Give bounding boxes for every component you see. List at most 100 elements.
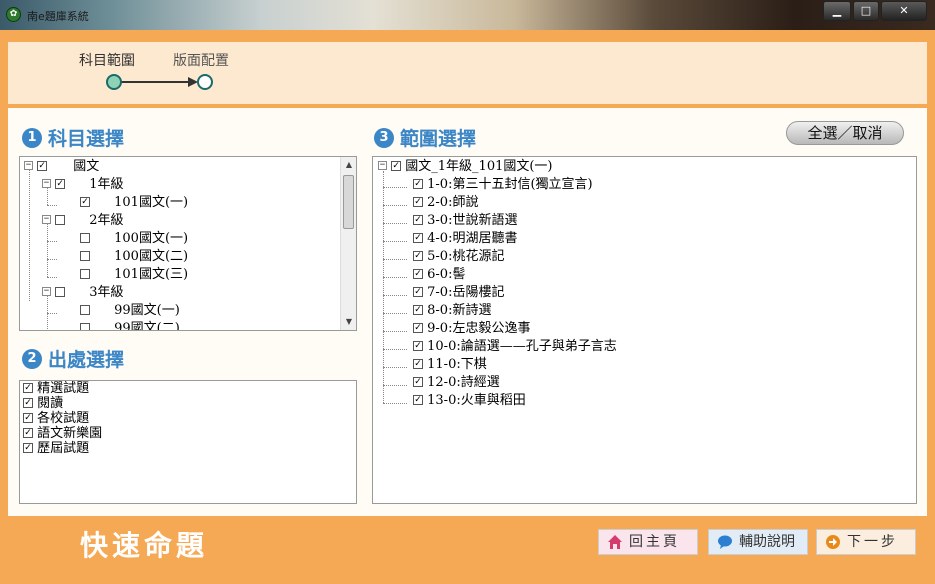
range-item[interactable]: ✓ 13-0:火車與稻田 <box>413 392 526 410</box>
tree-node-99-1[interactable]: 99國文(一) <box>80 302 180 320</box>
range-item[interactable]: ✓ 3-0:世說新語選 <box>413 212 517 230</box>
range-item[interactable]: ✓ 9-0:左忠毅公逸事 <box>413 320 530 338</box>
source-item[interactable]: ✓ 閱讀 <box>23 396 63 412</box>
range-section-title: 3 範圍選擇 <box>374 124 476 151</box>
tree-node-100-1[interactable]: 100國文(一) <box>80 230 188 248</box>
step-progress-indicator <box>106 74 213 90</box>
tree-checkbox[interactable] <box>80 268 90 279</box>
range-checkbox[interactable]: ✓ <box>413 214 423 225</box>
source-checkbox[interactable]: ✓ <box>23 427 33 438</box>
collapse-icon[interactable]: − <box>42 215 51 224</box>
tree-checkbox[interactable] <box>80 250 90 261</box>
source-list[interactable]: ✓ 精選試題 ✓ 閱讀 ✓ 各校試題 ✓ 語文新樂園 ✓ 歷屆試題 <box>19 380 357 504</box>
range-item[interactable]: ✓ 1-0:第三十五封信(獨立宣言) <box>413 176 593 194</box>
select-all-toggle-button[interactable]: 全選／取消 <box>786 121 904 145</box>
range-item[interactable]: ✓ 7-0:岳陽樓記 <box>413 284 504 302</box>
source-item[interactable]: ✓ 語文新樂園 <box>23 426 102 442</box>
tree-checkbox[interactable] <box>80 304 90 315</box>
close-button[interactable]: ✕ <box>881 1 927 21</box>
step1-dot-icon <box>106 74 122 90</box>
minimize-button[interactable]: ▁ <box>823 1 851 21</box>
range-checkbox[interactable]: ✓ <box>413 340 423 351</box>
section-number-badge: 1 <box>22 127 42 148</box>
app-logo-icon: ✿ <box>6 7 21 22</box>
range-item[interactable]: ✓ 4-0:明湖居聽書 <box>413 230 517 248</box>
tree-checkbox[interactable]: ✓ <box>55 178 66 189</box>
range-checkbox[interactable]: ✓ <box>413 232 423 243</box>
app-window: ✿ 南e題庫系統 ▁ □ ✕ 科目範圍 版面配置 1 科目選擇 − ✓ 國文 −… <box>0 0 935 584</box>
collapse-icon[interactable]: − <box>378 161 387 170</box>
tree-checkbox[interactable] <box>55 286 66 297</box>
next-button-label: 下一步 <box>847 534 898 550</box>
range-tree[interactable]: − ✓ 國文_1年級_101國文(一) ✓ 1-0:第三十五封信(獨立宣言) ✓… <box>372 156 917 504</box>
scroll-down-icon[interactable]: ▼ <box>344 315 354 329</box>
source-checkbox[interactable]: ✓ <box>23 397 33 408</box>
step-subject-range[interactable]: 科目範圍 <box>79 50 135 70</box>
source-checkbox[interactable]: ✓ <box>23 412 33 423</box>
tree-checkbox[interactable] <box>55 214 66 225</box>
tree-node-grade3[interactable]: − 3年級 <box>42 284 124 302</box>
section-number-badge: 2 <box>22 348 42 369</box>
range-checkbox[interactable]: ✓ <box>413 286 423 297</box>
range-item[interactable]: ✓ 2-0:師說 <box>413 194 478 212</box>
collapse-icon[interactable]: − <box>42 179 51 188</box>
step2-dot-icon <box>197 74 213 90</box>
step-layout[interactable]: 版面配置 <box>173 50 229 70</box>
maximize-button[interactable]: □ <box>853 1 879 21</box>
tree-node-99-2[interactable]: 99國文(二) <box>80 320 180 330</box>
range-checkbox[interactable]: ✓ <box>413 322 423 333</box>
next-button[interactable]: 下一步 <box>816 529 916 555</box>
help-button[interactable]: 輔助說明 <box>708 529 808 555</box>
range-item[interactable]: ✓ 10-0:論語選——孔子與弟子言志 <box>413 338 617 356</box>
source-checkbox[interactable]: ✓ <box>23 382 33 393</box>
collapse-icon[interactable]: − <box>24 161 33 170</box>
footer-bar: 快速命題 回主頁 輔助說明 下一步 <box>8 516 927 576</box>
subject-tree-scrollbar[interactable]: ▲ ▼ <box>340 157 356 330</box>
tree-node-100-2[interactable]: 100國文(二) <box>80 248 188 266</box>
range-checkbox[interactable]: ✓ <box>413 358 423 369</box>
tree-node-101-1[interactable]: ✓ 101國文(一) <box>80 194 188 212</box>
subject-tree[interactable]: − ✓ 國文 − ✓ 1年級 ✓ 101國文(一) − 2年級 100國文(一)… <box>19 156 357 331</box>
range-item[interactable]: ✓ 11-0:下棋 <box>413 356 487 374</box>
scroll-up-icon[interactable]: ▲ <box>344 158 354 172</box>
source-item[interactable]: ✓ 各校試題 <box>23 411 89 427</box>
range-checkbox[interactable]: ✓ <box>413 268 423 279</box>
range-section-label: 範圍選擇 <box>400 128 477 150</box>
tree-checkbox[interactable]: ✓ <box>391 160 402 171</box>
tree-node-grade1[interactable]: − ✓ 1年級 <box>42 176 124 194</box>
title-bar[interactable]: ✿ 南e題庫系統 ▁ □ ✕ <box>0 0 935 30</box>
tree-checkbox[interactable] <box>80 232 90 243</box>
source-checkbox[interactable]: ✓ <box>23 442 33 453</box>
mode-title: 快速命題 <box>80 529 209 562</box>
tree-node-chinese[interactable]: − ✓ 國文 <box>24 158 99 176</box>
range-checkbox[interactable]: ✓ <box>413 304 423 315</box>
collapse-icon[interactable]: − <box>42 287 51 296</box>
step-header: 科目範圍 版面配置 <box>8 42 927 106</box>
range-checkbox[interactable]: ✓ <box>413 178 423 189</box>
tree-checkbox[interactable] <box>80 322 90 330</box>
source-section-label: 出處選擇 <box>48 349 125 371</box>
home-button[interactable]: 回主頁 <box>598 529 698 555</box>
tree-checkbox[interactable]: ✓ <box>80 196 90 207</box>
range-checkbox[interactable]: ✓ <box>413 196 423 207</box>
subject-section-label: 科目選擇 <box>48 128 125 150</box>
range-item[interactable]: ✓ 12-0:詩經選 <box>413 374 500 392</box>
subject-section-title: 1 科目選擇 <box>22 124 124 151</box>
range-item[interactable]: ✓ 8-0:新詩選 <box>413 302 491 320</box>
range-checkbox[interactable]: ✓ <box>413 376 423 387</box>
range-checkbox[interactable]: ✓ <box>413 394 423 405</box>
range-root-node[interactable]: − ✓ 國文_1年級_101國文(一) <box>378 158 553 176</box>
scroll-thumb[interactable] <box>343 175 354 229</box>
arrow-right-icon <box>826 535 840 549</box>
tree-node-grade2[interactable]: − 2年級 <box>42 212 124 230</box>
tree-node-101-3[interactable]: 101國文(三) <box>80 266 188 284</box>
range-checkbox[interactable]: ✓ <box>413 250 423 261</box>
window-title: 南e題庫系統 <box>27 10 89 23</box>
help-button-label: 輔助說明 <box>739 534 795 550</box>
top-accent-bar <box>8 30 927 42</box>
range-item[interactable]: ✓ 6-0:髻 <box>413 266 465 284</box>
source-item[interactable]: ✓ 精選試題 <box>23 381 89 397</box>
range-item[interactable]: ✓ 5-0:桃花源記 <box>413 248 504 266</box>
tree-checkbox[interactable]: ✓ <box>37 160 48 171</box>
source-item[interactable]: ✓ 歷屆試題 <box>23 441 89 457</box>
